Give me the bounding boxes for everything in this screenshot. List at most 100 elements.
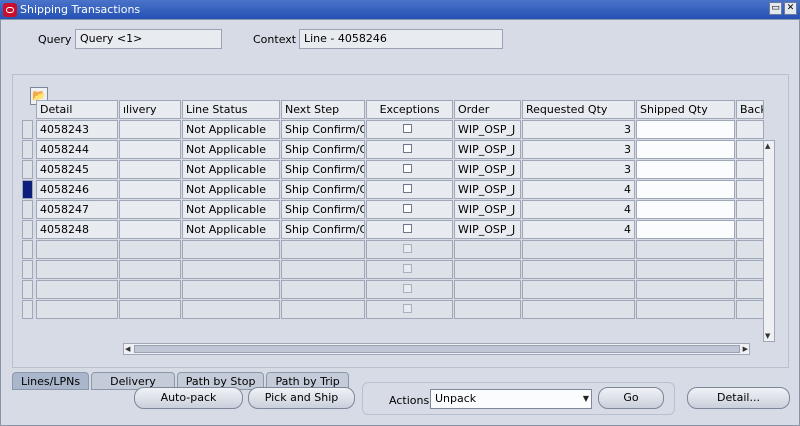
row-selector[interactable] bbox=[22, 140, 33, 159]
exception-checkbox[interactable] bbox=[403, 124, 412, 133]
exception-checkbox[interactable] bbox=[403, 184, 412, 193]
column-header[interactable]: Requested Qty bbox=[522, 100, 635, 119]
table-cell[interactable]: 4 bbox=[522, 220, 635, 239]
exception-checkbox[interactable] bbox=[403, 144, 412, 153]
table-cell[interactable] bbox=[736, 180, 764, 199]
table-cell[interactable] bbox=[119, 160, 181, 179]
table-cell[interactable]: WIP_OSP_J bbox=[454, 220, 521, 239]
table-cell[interactable] bbox=[182, 260, 280, 279]
table-cell[interactable] bbox=[119, 220, 181, 239]
table-cell[interactable] bbox=[736, 120, 764, 139]
table-cell[interactable]: WIP_OSP_J bbox=[454, 180, 521, 199]
table-cell[interactable]: Not Applicable bbox=[182, 220, 280, 239]
scroll-right-icon[interactable]: ▶ bbox=[743, 345, 748, 353]
minimize-icon[interactable]: ▭ bbox=[769, 2, 782, 15]
table-cell[interactable]: WIP_OSP_J bbox=[454, 140, 521, 159]
table-cell[interactable] bbox=[736, 200, 764, 219]
table-cell[interactable]: 3 bbox=[522, 140, 635, 159]
table-cell[interactable] bbox=[736, 220, 764, 239]
table-cell[interactable] bbox=[119, 140, 181, 159]
table-cell[interactable]: Not Applicable bbox=[182, 200, 280, 219]
table-cell[interactable]: Ship Confirm/Cl bbox=[281, 220, 365, 239]
exception-checkbox[interactable] bbox=[403, 164, 412, 173]
scroll-up-icon[interactable]: ▲ bbox=[765, 142, 770, 150]
table-cell[interactable] bbox=[736, 260, 764, 279]
table-cell[interactable] bbox=[119, 260, 181, 279]
table-cell[interactable] bbox=[454, 240, 521, 259]
table-cell[interactable]: Not Applicable bbox=[182, 140, 280, 159]
row-selector[interactable] bbox=[22, 280, 33, 299]
table-cell[interactable]: 4058245 bbox=[36, 160, 118, 179]
column-header[interactable]: Back bbox=[736, 100, 764, 119]
table-cell[interactable] bbox=[119, 280, 181, 299]
scroll-down-icon[interactable]: ▼ bbox=[765, 332, 770, 340]
table-cell[interactable] bbox=[182, 280, 280, 299]
column-header[interactable]: Line Status bbox=[182, 100, 280, 119]
actions-select[interactable]: Unpack ▼ bbox=[430, 389, 592, 409]
table-cell[interactable] bbox=[454, 300, 521, 319]
table-cell[interactable] bbox=[36, 300, 118, 319]
table-cell[interactable] bbox=[636, 260, 735, 279]
table-cell[interactable]: Not Applicable bbox=[182, 120, 280, 139]
table-cell[interactable] bbox=[636, 160, 735, 179]
row-selector[interactable] bbox=[22, 200, 33, 219]
table-cell[interactable] bbox=[522, 300, 635, 319]
table-cell[interactable] bbox=[636, 280, 735, 299]
table-cell[interactable] bbox=[636, 180, 735, 199]
column-header[interactable]: Order bbox=[454, 100, 521, 119]
table-cell[interactable] bbox=[119, 180, 181, 199]
column-header[interactable]: Detail bbox=[36, 100, 118, 119]
table-cell[interactable]: WIP_OSP_J bbox=[454, 200, 521, 219]
go-button[interactable]: Go bbox=[598, 387, 664, 409]
table-cell[interactable] bbox=[636, 140, 735, 159]
column-header[interactable]: Next Step bbox=[281, 100, 365, 119]
table-cell[interactable] bbox=[522, 280, 635, 299]
pick-and-ship-button[interactable]: Pick and Ship bbox=[248, 387, 355, 409]
table-cell[interactable]: 4 bbox=[522, 200, 635, 219]
table-cell[interactable] bbox=[281, 240, 365, 259]
table-cell[interactable]: Not Applicable bbox=[182, 160, 280, 179]
row-selector[interactable] bbox=[22, 260, 33, 279]
table-cell[interactable] bbox=[522, 260, 635, 279]
table-cell[interactable] bbox=[736, 140, 764, 159]
table-cell[interactable] bbox=[119, 120, 181, 139]
close-icon[interactable]: ✕ bbox=[784, 2, 797, 15]
table-cell[interactable]: Ship Confirm/Cl bbox=[281, 180, 365, 199]
table-cell[interactable]: 3 bbox=[522, 160, 635, 179]
horizontal-scrollbar[interactable]: ◀ ▶ bbox=[123, 343, 750, 355]
table-cell[interactable]: WIP_OSP_J bbox=[454, 160, 521, 179]
table-cell[interactable] bbox=[636, 120, 735, 139]
table-cell[interactable]: 4058247 bbox=[36, 200, 118, 219]
table-cell[interactable]: Ship Confirm/Cl bbox=[281, 160, 365, 179]
table-cell[interactable] bbox=[119, 200, 181, 219]
table-cell[interactable] bbox=[736, 160, 764, 179]
table-cell[interactable] bbox=[281, 280, 365, 299]
vertical-scrollbar[interactable]: ▲ ▼ bbox=[763, 140, 775, 342]
column-header[interactable]: ılivery bbox=[119, 100, 181, 119]
detail-button[interactable]: Detail... bbox=[687, 387, 790, 409]
row-selector[interactable] bbox=[22, 160, 33, 179]
table-cell[interactable]: 3 bbox=[522, 120, 635, 139]
table-cell[interactable] bbox=[119, 300, 181, 319]
table-cell[interactable]: Ship Confirm/Cl bbox=[281, 120, 365, 139]
row-selector[interactable] bbox=[22, 220, 33, 239]
table-cell[interactable] bbox=[182, 240, 280, 259]
row-selector[interactable] bbox=[22, 300, 33, 319]
table-cell[interactable]: 4 bbox=[522, 180, 635, 199]
table-cell[interactable] bbox=[281, 260, 365, 279]
table-cell[interactable] bbox=[36, 260, 118, 279]
table-cell[interactable] bbox=[36, 240, 118, 259]
row-selector[interactable] bbox=[22, 120, 33, 139]
table-cell[interactable] bbox=[636, 220, 735, 239]
table-cell[interactable] bbox=[522, 240, 635, 259]
table-cell[interactable] bbox=[281, 300, 365, 319]
table-cell[interactable] bbox=[119, 240, 181, 259]
horizontal-scroll-thumb[interactable] bbox=[134, 345, 740, 353]
table-cell[interactable]: 4058243 bbox=[36, 120, 118, 139]
table-cell[interactable] bbox=[736, 280, 764, 299]
table-cell[interactable] bbox=[454, 280, 521, 299]
chevron-down-icon[interactable]: ▼ bbox=[583, 394, 589, 403]
table-cell[interactable]: Ship Confirm/Cl bbox=[281, 200, 365, 219]
exception-checkbox[interactable] bbox=[403, 204, 412, 213]
table-cell[interactable]: 4058248 bbox=[36, 220, 118, 239]
